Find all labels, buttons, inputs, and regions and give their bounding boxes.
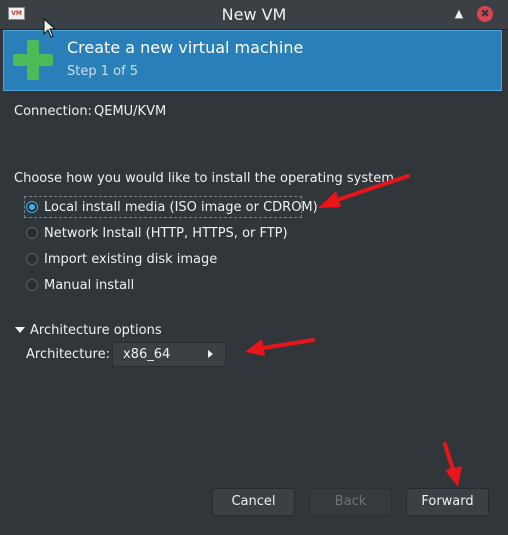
install-option-label: Local install media (ISO image or CDROM) — [44, 199, 318, 215]
wizard-title: Create a new virtual machine — [67, 38, 304, 57]
radio-checked-icon[interactable] — [26, 201, 38, 213]
connection-label: Connection: — [14, 104, 92, 119]
back-button: Back — [309, 488, 392, 516]
install-option-label: Import existing disk image — [44, 251, 218, 267]
connection-value: QEMU/KVM — [94, 104, 167, 119]
cancel-button[interactable]: Cancel — [212, 488, 295, 516]
install-option-label: Network Install (HTTP, HTTPS, or FTP) — [44, 225, 288, 241]
annotation-arrow-icon — [443, 442, 462, 487]
install-option-local-media[interactable]: Local install media (ISO image or CDROM) — [26, 197, 318, 217]
wizard-step: Step 1 of 5 — [67, 64, 139, 79]
forward-button[interactable]: Forward — [406, 488, 489, 516]
install-option-import-disk[interactable]: Import existing disk image — [26, 249, 217, 269]
architecture-combobox[interactable]: x86_64 — [112, 342, 226, 367]
plus-icon — [13, 40, 53, 80]
close-icon[interactable]: ✖ — [477, 6, 493, 22]
radio-unchecked-icon[interactable] — [26, 279, 38, 291]
keep-above-icon[interactable]: ▲ — [451, 6, 467, 22]
wizard-header-banner: Create a new virtual machine Step 1 of 5 — [3, 30, 502, 91]
title-bar: VM New VM ▲ ✖ — [0, 0, 508, 30]
install-option-label: Manual install — [44, 277, 135, 293]
combo-arrow-icon — [208, 350, 213, 358]
radio-unchecked-icon[interactable] — [26, 227, 38, 239]
install-method-prompt: Choose how you would like to install the… — [14, 171, 394, 186]
radio-unchecked-icon[interactable] — [26, 253, 38, 265]
architecture-value: x86_64 — [123, 347, 171, 362]
architecture-options-expander[interactable]: Architecture options — [30, 323, 162, 338]
window-title: New VM — [221, 5, 287, 24]
architecture-label: Architecture: — [26, 347, 110, 362]
expander-down-arrow-icon[interactable] — [15, 327, 25, 333]
mouse-cursor-icon — [43, 18, 57, 38]
annotation-arrow-icon — [245, 338, 315, 356]
install-option-manual[interactable]: Manual install — [26, 275, 134, 295]
install-option-network[interactable]: Network Install (HTTP, HTTPS, or FTP) — [26, 223, 288, 243]
